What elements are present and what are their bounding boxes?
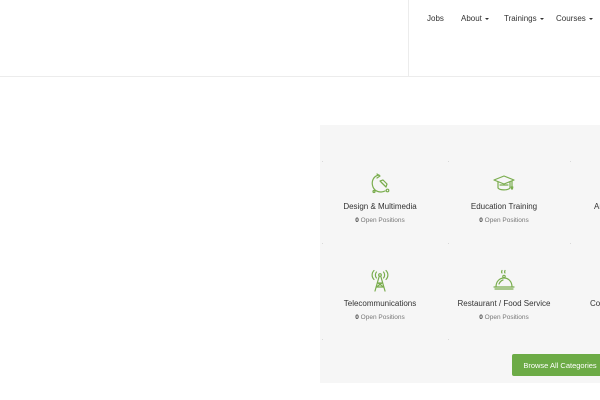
browse-all-categories-button[interactable]: Browse All Categories (512, 354, 600, 376)
separator-dot (570, 243, 571, 244)
category-title: Telecommunications (343, 299, 417, 308)
separator-dot (322, 339, 323, 340)
category-telecommunications[interactable]: Telecommunications 0 Open Positions (320, 269, 440, 321)
separator-dot (448, 161, 449, 162)
category-design-multimedia[interactable]: Design & Multimedia 0 Open Positions (320, 172, 440, 224)
category-title: Design & Multimedia (343, 202, 417, 211)
caret-down-icon (588, 17, 593, 20)
browse-all-categories-label: Browse All Categories (523, 360, 597, 370)
graduation-cap-icon (493, 175, 515, 191)
header-divider (408, 0, 409, 77)
open-positions-count: 0 (479, 217, 483, 224)
nav-item-label: Courses (556, 14, 586, 23)
nav-item-label: About (461, 14, 482, 23)
site-header: Jobs About Trainings Courses (0, 0, 600, 77)
open-positions-label: Open Positions (360, 217, 405, 224)
open-positions-count: 0 (479, 314, 483, 321)
separator-dot (448, 243, 449, 244)
category-count: 0 Open Positions (320, 314, 440, 321)
nav-item-courses[interactable]: Courses (556, 14, 593, 23)
category-restaurant-food-service[interactable]: Restaurant / Food Service 0 Open Positio… (444, 269, 564, 321)
category-title: Restaurant / Food Service (457, 299, 551, 308)
categories-panel: Design & Multimedia 0 Open Positions Edu… (320, 125, 600, 383)
category-title: Education Training (470, 202, 538, 211)
category-count: 0 Open Positions (444, 217, 564, 224)
separator-dot (448, 339, 449, 340)
separator-dot (322, 161, 323, 162)
nav-item-label: Jobs (427, 14, 444, 23)
category-education-training[interactable]: Education Training 0 Open Positions (444, 172, 564, 224)
antenna-tower-icon (371, 269, 389, 292)
food-cloche-icon (493, 269, 515, 290)
nav-item-trainings[interactable]: Trainings (504, 14, 544, 23)
category-partial-co[interactable]: Co (566, 269, 600, 308)
caret-down-icon (539, 17, 544, 20)
open-positions-label: Open Positions (484, 217, 529, 224)
open-positions-count: 0 (355, 314, 359, 321)
nav-item-about[interactable]: About (461, 14, 489, 23)
open-positions-label: Open Positions (360, 314, 405, 321)
caret-down-icon (484, 17, 489, 20)
category-title: Ar (594, 202, 600, 211)
category-count: 0 Open Positions (444, 314, 564, 321)
category-count: 0 Open Positions (320, 217, 440, 224)
category-partial-ar[interactable]: Ar (566, 172, 600, 211)
open-positions-label: Open Positions (484, 314, 529, 321)
separator-dot (322, 243, 323, 244)
separator-dot (570, 161, 571, 162)
design-icon (371, 173, 390, 194)
nav-item-jobs[interactable]: Jobs (427, 14, 444, 23)
nav-item-label: Trainings (504, 14, 537, 23)
open-positions-count: 0 (355, 217, 359, 224)
category-title: Co (590, 299, 600, 308)
